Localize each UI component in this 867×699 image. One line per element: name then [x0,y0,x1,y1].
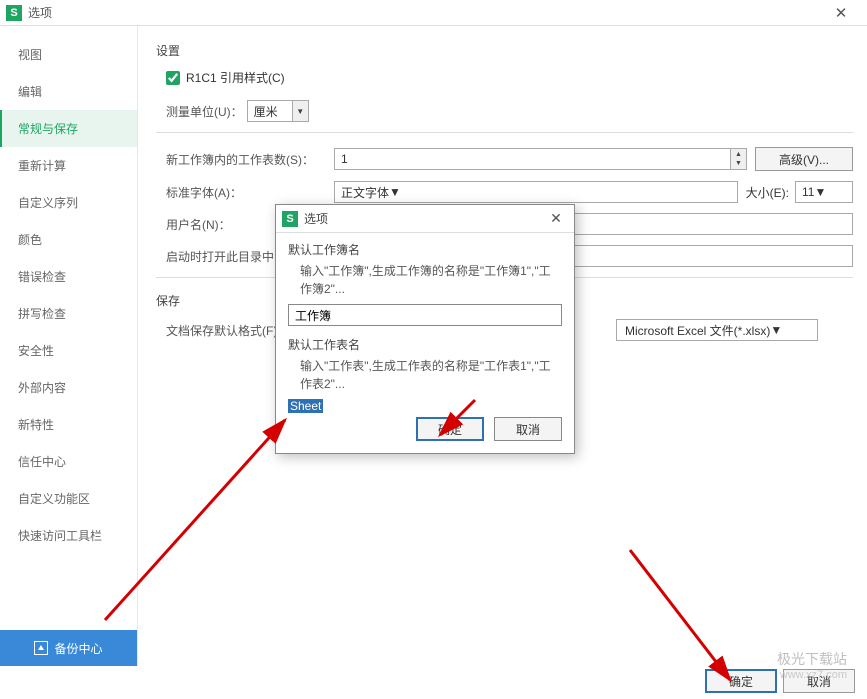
measure-label: 测量单位(U)： [156,103,243,120]
font-combo[interactable]: 正文字体 ▼ [334,181,738,203]
inner-dialog-titlebar: S 选项 ✕ [276,205,574,233]
inner-dialog: S 选项 ✕ 默认工作簿名 输入"工作簿",生成工作簿的名称是"工作簿1","工… [275,204,575,454]
chevron-down-icon: ▼ [770,323,782,337]
sidebar-item-general-save[interactable]: 常规与保存 [0,110,137,147]
measure-row: 测量单位(U)： 厘米 ▼ [156,100,853,122]
chevron-down-icon: ▼ [389,185,401,199]
font-row: 标准字体(A)： 正文字体 ▼ 大小(E): 11 ▼ [156,181,853,203]
main-ok-button[interactable]: 确定 [705,669,777,693]
settings-section-title: 设置 [156,42,853,59]
sidebar: 视图 编辑 常规与保存 重新计算 自定义序列 颜色 错误检查 拼写检查 安全性 … [0,26,138,666]
sheet-name-help: 输入"工作表",生成工作表的名称是"工作表1","工作表2"... [300,357,562,393]
sidebar-item-recalc[interactable]: 重新计算 [0,147,137,184]
sheet-name-input[interactable]: Sheet [288,399,562,413]
chevron-down-icon: ▼ [292,101,308,121]
advanced-button[interactable]: 高级(V)... [755,147,853,171]
sidebar-item-edit[interactable]: 编辑 [0,73,137,110]
workbook-name-input[interactable] [288,304,562,326]
inner-dialog-buttons: 确定 取消 [288,417,562,441]
inner-cancel-button[interactable]: 取消 [494,417,562,441]
sidebar-item-quick-access[interactable]: 快速访问工具栏 [0,517,137,554]
app-icon: S [282,211,298,227]
chevron-down-icon: ▼ [814,185,826,199]
inner-dialog-body: 默认工作簿名 输入"工作簿",生成工作簿的名称是"工作簿1","工作簿2"...… [276,233,574,453]
inner-ok-button[interactable]: 确定 [416,417,484,441]
size-label: 大小(E): [746,184,789,201]
sheets-row: 新工作簿内的工作表数(S)： 1 ▲▼ 高级(V)... [156,147,853,171]
divider [156,132,853,133]
sidebar-item-error-check[interactable]: 错误检查 [0,258,137,295]
inner-dialog-close-button[interactable]: ✕ [544,210,568,227]
main-cancel-button[interactable]: 取消 [783,669,855,693]
sidebar-item-custom-lists[interactable]: 自定义序列 [0,184,137,221]
workbook-name-help: 输入"工作簿",生成工作簿的名称是"工作簿1","工作簿2"... [300,262,562,298]
backup-center-label: 备份中心 [54,640,102,657]
backup-center-button[interactable]: 备份中心 [0,630,137,666]
r1c1-checkbox[interactable] [166,71,180,85]
size-combo[interactable]: 11 ▼ [795,181,853,203]
inner-dialog-title: 选项 [304,210,544,227]
sidebar-item-security[interactable]: 安全性 [0,332,137,369]
sheets-label: 新工作簿内的工作表数(S)： [156,151,334,168]
sidebar-item-newfeatures[interactable]: 新特性 [0,406,137,443]
window-title: 选项 [28,4,821,21]
titlebar: S 选项 ✕ [0,0,867,26]
saveformat-value: Microsoft Excel 文件(*.xlsx) [625,322,770,339]
sidebar-item-custom-ribbon[interactable]: 自定义功能区 [0,480,137,517]
sheet-name-value: Sheet [288,399,323,413]
r1c1-label: R1C1 引用样式(C) [186,69,285,86]
sheets-spinbox[interactable]: 1 ▲▼ [334,148,747,170]
backup-icon [34,641,48,655]
size-value: 11 [802,185,814,199]
app-icon: S [6,5,22,21]
sidebar-item-external[interactable]: 外部内容 [0,369,137,406]
workbook-name-label: 默认工作簿名 [288,241,562,258]
spin-buttons[interactable]: ▲▼ [730,149,746,169]
sidebar-item-view[interactable]: 视图 [0,36,137,73]
sheets-value: 1 [341,152,348,166]
measure-combo[interactable]: 厘米 ▼ [247,100,309,122]
sidebar-item-trustcenter[interactable]: 信任中心 [0,443,137,480]
sheet-name-label: 默认工作表名 [288,336,562,353]
r1c1-row: R1C1 引用样式(C) [156,69,853,86]
main-dialog-buttons: 确定 取消 [705,669,855,693]
close-button[interactable]: ✕ [821,0,861,26]
font-value: 正文字体 [341,184,389,201]
font-label: 标准字体(A)： [156,184,334,201]
sidebar-item-color[interactable]: 颜色 [0,221,137,258]
sidebar-item-spellcheck[interactable]: 拼写检查 [0,295,137,332]
measure-value: 厘米 [254,103,278,120]
saveformat-combo[interactable]: Microsoft Excel 文件(*.xlsx) ▼ [616,319,818,341]
